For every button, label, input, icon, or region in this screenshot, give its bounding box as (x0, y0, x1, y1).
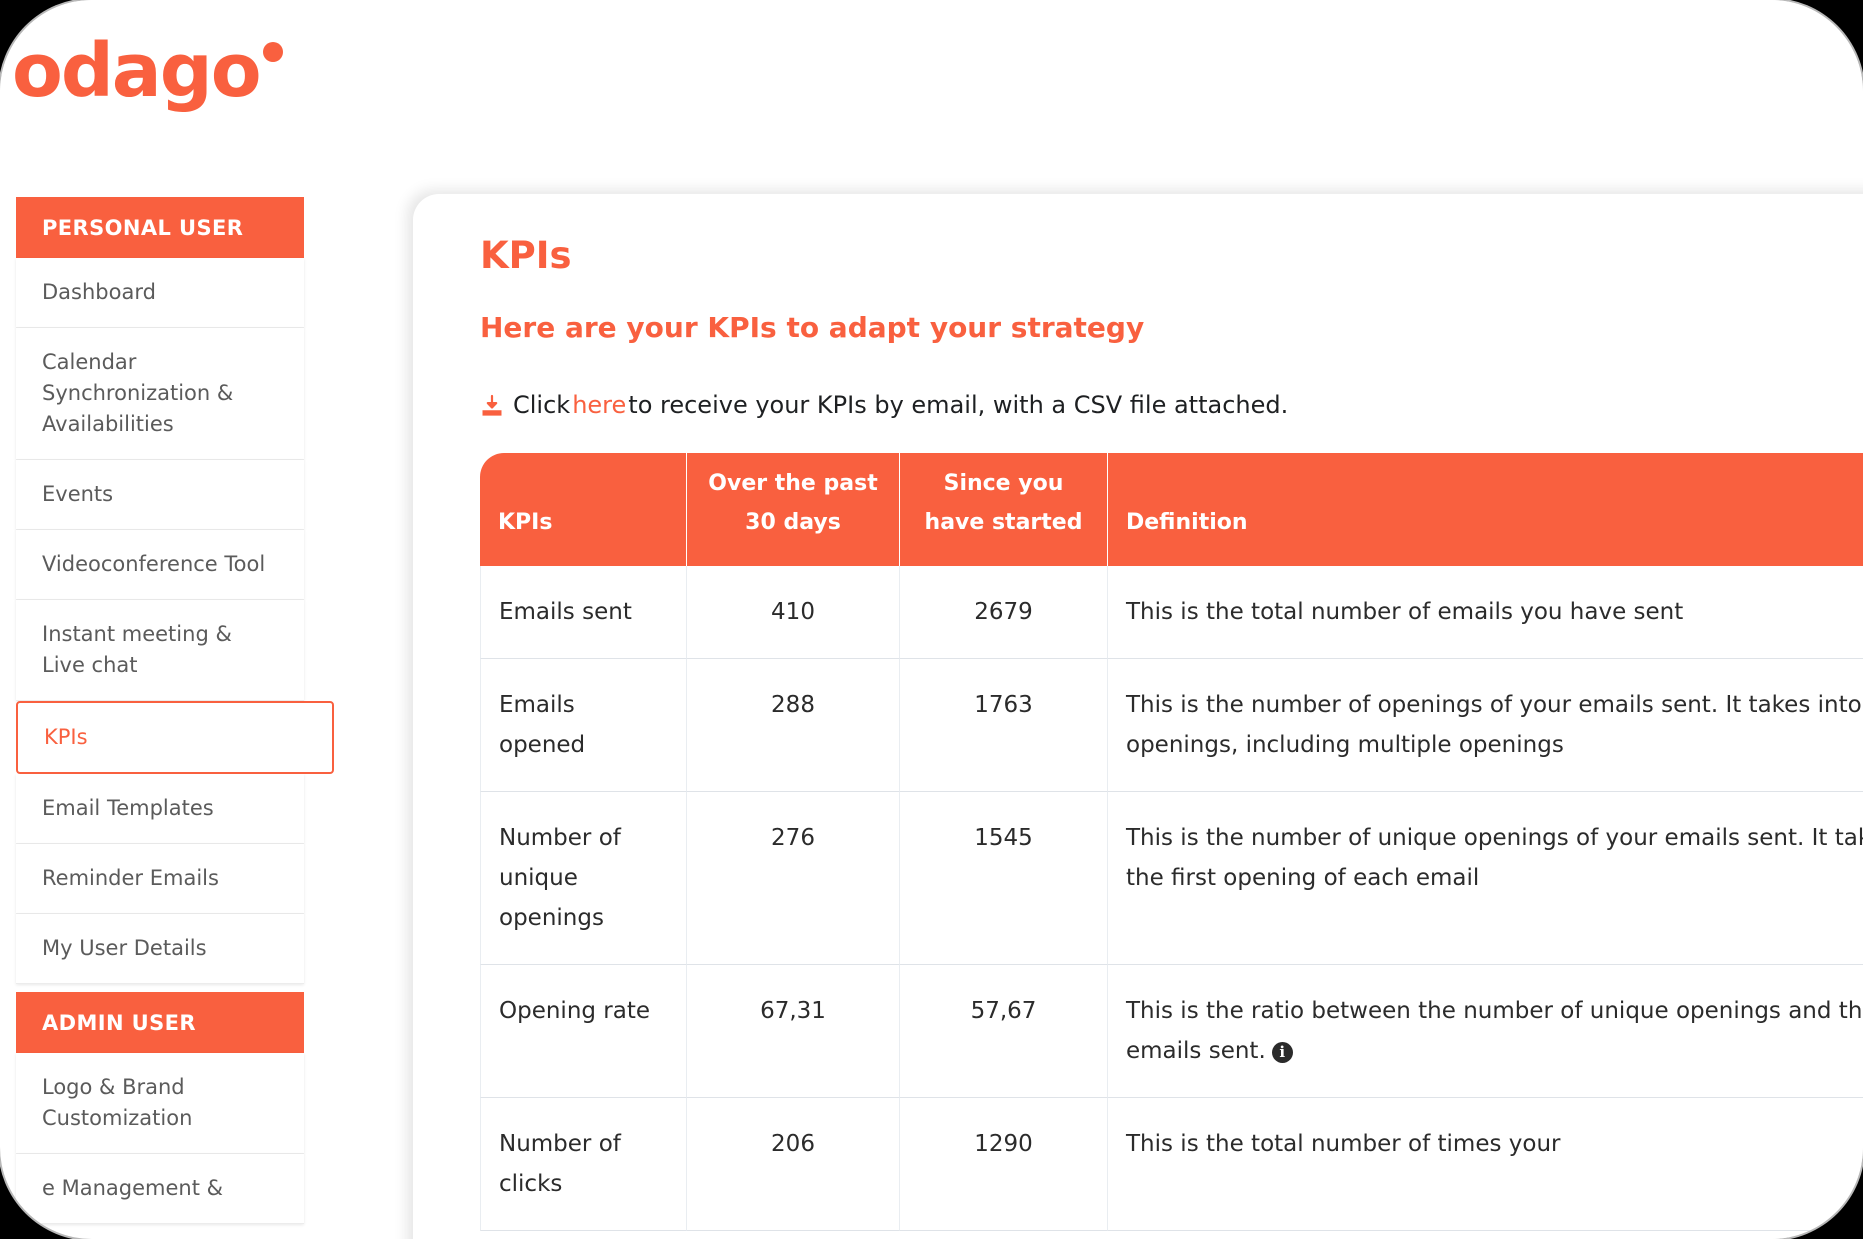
table-row: Number of unique openings 276 1545 This … (480, 792, 1863, 965)
sidebar-item-label: Calendar Synchronization & Availabilitie… (42, 350, 234, 436)
table-row: Opening rate 67,31 57,67 This is the rat… (480, 965, 1863, 1098)
kpi-table-body: Emails sent 410 2679 This is the total n… (480, 566, 1863, 1231)
sidebar-item-email-templates[interactable]: Email Templates (16, 774, 304, 844)
cell-since: 1290 (900, 1098, 1108, 1231)
cell-kpi-name: Emails opened (480, 659, 687, 792)
cell-past-30: 276 (687, 792, 900, 965)
sidebar-item-logo-brand-customization[interactable]: Logo & Brand Customization (16, 1053, 304, 1154)
page-subtitle: Here are your KPIs to adapt your strateg… (480, 311, 1145, 344)
cell-kpi-name: Emails sent (480, 566, 687, 659)
sidebar-item-my-user-details[interactable]: My User Details (16, 914, 304, 984)
cell-past-30: 206 (687, 1098, 900, 1231)
column-header-definition: Definition (1108, 453, 1863, 566)
sidebar-item-kpis[interactable]: KPIs (16, 701, 334, 774)
csv-notice-prefix: Click (513, 391, 571, 419)
cell-past-30: 67,31 (687, 965, 900, 1098)
sidebar-item-label: Events (42, 482, 114, 506)
brand-logo-text: odago (12, 28, 262, 114)
cell-kpi-name: Number of clicks (480, 1098, 687, 1231)
cell-kpi-name: Opening rate (480, 965, 687, 1098)
cell-definition: This is the number of openings of your e… (1108, 659, 1863, 792)
sidebar-item-events[interactable]: Events (16, 460, 304, 530)
cell-since: 57,67 (900, 965, 1108, 1098)
csv-notice-suffix: to receive your KPIs by email, with a CS… (628, 391, 1289, 419)
sidebar-section-label: PERSONAL USER (42, 215, 244, 240)
cell-definition: This is the total number of emails you h… (1108, 566, 1863, 659)
cell-past-30: 288 (687, 659, 900, 792)
table-row: Number of clicks 206 1290 This is the to… (480, 1098, 1863, 1231)
sidebar-item-label: My User Details (42, 936, 207, 960)
cell-past-30: 410 (687, 566, 900, 659)
column-header-since: Since you have started (900, 453, 1108, 566)
sidebar-item-videoconference-tool[interactable]: Videoconference Tool (16, 530, 304, 600)
kpi-table: KPIs Over the past 30 days Since you hav… (480, 453, 1863, 1231)
sidebar-item-instant-meeting-live-chat[interactable]: Instant meeting & Live chat (16, 600, 304, 701)
info-icon[interactable]: i (1271, 1042, 1293, 1063)
cell-definition: This is the total number of times your (1108, 1098, 1863, 1231)
csv-here-link[interactable]: here (572, 391, 626, 419)
main-content-panel: KPIs Here are your KPIs to adapt your st… (413, 194, 1863, 1239)
column-header-past-30: Over the past 30 days (687, 453, 900, 566)
sidebar-section-header-admin-user: ADMIN USER (16, 992, 304, 1053)
kpi-table-container: KPIs Over the past 30 days Since you hav… (480, 453, 1863, 1231)
definition-text: This is the ratio between the number of … (1126, 998, 1863, 1064)
page-title: KPIs (480, 234, 572, 277)
sidebar-item-label: Email Templates (42, 796, 214, 820)
table-row: Emails opened 288 1763 This is the numbe… (480, 659, 1863, 792)
download-icon (480, 394, 504, 418)
cell-kpi-name: Number of unique openings (480, 792, 687, 965)
sidebar-item-dashboard[interactable]: Dashboard (16, 258, 304, 328)
sidebar-item-label: Instant meeting & Live chat (42, 622, 232, 677)
kpi-table-head: KPIs Over the past 30 days Since you hav… (480, 453, 1863, 566)
sidebar-item-label: Logo & Brand Customization (42, 1075, 193, 1130)
sidebar-item-reminder-emails[interactable]: Reminder Emails (16, 844, 304, 914)
brand-logo[interactable]: odago (12, 28, 283, 114)
sidebar-navigation: PERSONAL USER Dashboard Calendar Synchro… (16, 197, 334, 1224)
column-header-kpis: KPIs (480, 453, 687, 566)
cell-definition: This is the number of unique openings of… (1108, 792, 1863, 965)
table-header-row: KPIs Over the past 30 days Since you hav… (480, 453, 1863, 566)
app-window: odago PERSONAL USER Dashboard Calendar S… (0, 0, 1863, 1239)
cell-since: 1763 (900, 659, 1108, 792)
definition-text: This is the number of openings of your e… (1126, 692, 1863, 758)
table-row: Emails sent 410 2679 This is the total n… (480, 566, 1863, 659)
sidebar-section-label: ADMIN USER (42, 1010, 196, 1035)
definition-text: This is the total number of times your (1126, 1131, 1561, 1157)
sidebar-item-label: Dashboard (42, 280, 156, 304)
csv-email-notice: Click here to receive your KPIs by email… (480, 391, 1288, 419)
sidebar-item-label: Reminder Emails (42, 866, 219, 890)
cell-definition: This is the ratio between the number of … (1108, 965, 1863, 1098)
sidebar-item-label: e Management & (42, 1176, 223, 1200)
app-header: odago (0, 0, 1863, 160)
cell-since: 1545 (900, 792, 1108, 965)
definition-text: This is the number of unique openings of… (1126, 825, 1863, 891)
sidebar-section-header-personal-user: PERSONAL USER (16, 197, 304, 258)
sidebar-item-calendar-synchronization[interactable]: Calendar Synchronization & Availabilitie… (16, 328, 304, 460)
sidebar-item-label: Videoconference Tool (42, 552, 266, 576)
sidebar-item-label: KPIs (44, 725, 88, 749)
cell-since: 2679 (900, 566, 1108, 659)
sidebar-item-management[interactable]: e Management & (16, 1154, 304, 1224)
definition-text: This is the total number of emails you h… (1126, 599, 1684, 625)
brand-logo-dot-icon (262, 42, 283, 62)
